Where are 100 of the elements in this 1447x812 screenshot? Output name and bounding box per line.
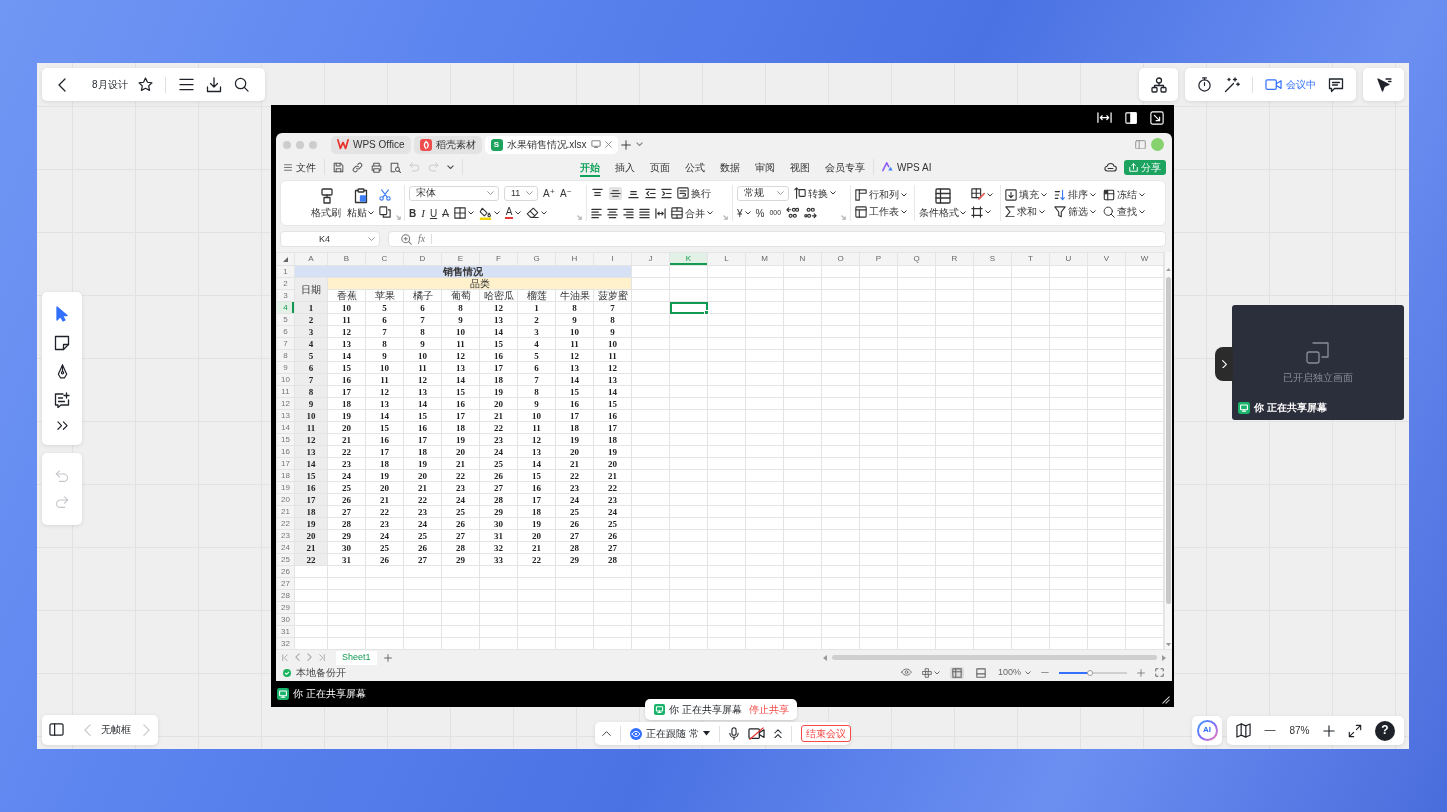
save-icon[interactable]	[333, 161, 344, 173]
column-header[interactable]: G	[517, 252, 556, 266]
follow-button[interactable]: 正在跟随 常	[630, 727, 710, 740]
column-header[interactable]: O	[821, 252, 860, 266]
file-menu-button[interactable]: 文件	[284, 161, 316, 173]
cell-style-button[interactable]	[971, 188, 993, 201]
share-button[interactable]: 分享	[1124, 159, 1166, 175]
ribbon-tab[interactable]: 插入	[615, 157, 635, 177]
column-header[interactable]: M	[745, 252, 784, 266]
column-header[interactable]: U	[1049, 252, 1088, 266]
increase-decimal-icon[interactable]	[786, 207, 800, 219]
column-header[interactable]: L	[707, 252, 746, 266]
sort-button[interactable]: 排序	[1054, 188, 1098, 201]
paste-button[interactable]: 粘贴	[347, 188, 374, 218]
layout-button[interactable]	[921, 667, 940, 678]
scissors-icon[interactable]	[379, 188, 391, 201]
sticky-note-icon[interactable]	[54, 335, 70, 352]
exit-icon[interactable]	[1150, 110, 1164, 125]
scrollbar-thumb[interactable]	[1166, 277, 1171, 605]
double-chevron-icon[interactable]	[56, 421, 68, 431]
formula-field[interactable]: fx	[388, 231, 1166, 247]
back-icon[interactable]	[58, 77, 66, 92]
format-painter-button[interactable]: 格式刷	[311, 188, 342, 218]
fill-button[interactable]: 填充	[1005, 188, 1049, 201]
slider-thumb[interactable]	[1086, 669, 1093, 676]
frame-label[interactable]: 无帧框	[101, 724, 131, 736]
italic-button[interactable]: I	[421, 206, 425, 220]
column-header[interactable]: P	[859, 252, 898, 266]
file-tab[interactable]: WPS Office	[331, 135, 411, 154]
microphone-icon[interactable]	[728, 726, 739, 741]
column-header[interactable]: A	[294, 252, 328, 266]
zoom-in-icon[interactable]	[1322, 724, 1335, 737]
column-header[interactable]: D	[403, 252, 442, 266]
meeting-button[interactable]: 会议中	[1265, 77, 1316, 92]
ribbon-tab[interactable]: 会员专享	[825, 157, 865, 177]
filter-button[interactable]: 筛选	[1054, 205, 1098, 218]
border-frame-button[interactable]	[971, 205, 991, 218]
increase-font-button[interactable]: A⁺	[543, 187, 555, 199]
convert-button[interactable]: 转换	[794, 187, 836, 199]
align-center-icon[interactable]	[607, 207, 618, 219]
end-meeting-button[interactable]: 结束会议	[800, 725, 851, 742]
cloud-icon[interactable]	[1104, 162, 1117, 172]
stop-sharing-button[interactable]: 停止共享	[748, 704, 789, 715]
help-button[interactable]: ?	[1374, 720, 1395, 741]
font-color-button[interactable]: A	[504, 207, 522, 219]
cursor-icon[interactable]	[1375, 76, 1392, 93]
sheet-tab[interactable]: Sheet1	[336, 650, 377, 665]
function-label[interactable]: fx	[418, 233, 426, 245]
find-button[interactable]: 查找	[1103, 205, 1147, 218]
column-header[interactable]: T	[1011, 252, 1050, 266]
clear-format-button[interactable]	[526, 207, 548, 219]
column-header[interactable]: J	[631, 252, 670, 266]
column-header[interactable]: N	[783, 252, 822, 266]
pen-icon[interactable]	[55, 364, 69, 380]
worksheet-button[interactable]: 工作表	[855, 205, 907, 218]
decrease-indent-icon[interactable]	[645, 187, 656, 199]
currency-button[interactable]: ¥	[737, 207, 751, 219]
chat-icon[interactable]	[1328, 76, 1344, 93]
search-icon[interactable]	[233, 77, 249, 92]
name-box[interactable]: K4	[280, 231, 380, 247]
scrollbar-thumb[interactable]	[832, 655, 1157, 660]
column-header[interactable]: K	[669, 252, 708, 266]
freeze-button[interactable]: 冻结	[1103, 188, 1147, 201]
link-icon[interactable]	[352, 161, 363, 173]
zoom-icon[interactable]	[401, 233, 412, 245]
column-header[interactable]: R	[935, 252, 974, 266]
caret-icon[interactable]	[447, 164, 454, 170]
column-header[interactable]: S	[973, 252, 1012, 266]
text-box-icon[interactable]	[54, 392, 70, 409]
font-select[interactable]: 宋体	[409, 185, 499, 201]
bold-button[interactable]: B	[409, 207, 417, 219]
fill-color-button[interactable]	[478, 206, 500, 220]
number-format-select[interactable]: 常规	[737, 185, 789, 201]
align-middle-button[interactable]	[609, 186, 622, 200]
caret-icon[interactable]	[635, 142, 643, 147]
align-right-icon[interactable]	[623, 207, 634, 219]
ribbon-tab[interactable]: 视图	[790, 157, 810, 177]
sidebar-icon[interactable]	[49, 723, 64, 737]
underline-button[interactable]: U	[429, 207, 438, 219]
fill-handle[interactable]	[704, 310, 709, 315]
download-icon[interactable]	[205, 76, 222, 93]
ribbon-tab[interactable]: 公式	[685, 157, 705, 177]
zoom-dropdown[interactable]: 100%	[997, 667, 1031, 678]
increase-indent-icon[interactable]	[661, 187, 672, 199]
print-icon[interactable]	[371, 161, 382, 173]
zoom-percentage[interactable]: 87%	[1289, 725, 1310, 736]
monitor-icon[interactable]	[590, 140, 601, 149]
column-header[interactable]: F	[479, 252, 518, 266]
magic-wand-icon[interactable]	[1224, 76, 1240, 93]
camera-off-icon[interactable]	[747, 726, 765, 741]
backup-status[interactable]: 本地备份开	[296, 666, 346, 679]
column-header[interactable]: V	[1087, 252, 1126, 266]
scroll-down-icon[interactable]	[1166, 642, 1171, 646]
column-header[interactable]: Q	[897, 252, 936, 266]
column-header[interactable]: B	[327, 252, 366, 266]
sum-button[interactable]: 求和	[1005, 205, 1049, 218]
select-all-icon[interactable]	[283, 257, 288, 263]
selected-cell[interactable]	[669, 301, 708, 314]
merge-button[interactable]: 合并	[671, 207, 713, 219]
eye-icon[interactable]	[900, 668, 912, 677]
